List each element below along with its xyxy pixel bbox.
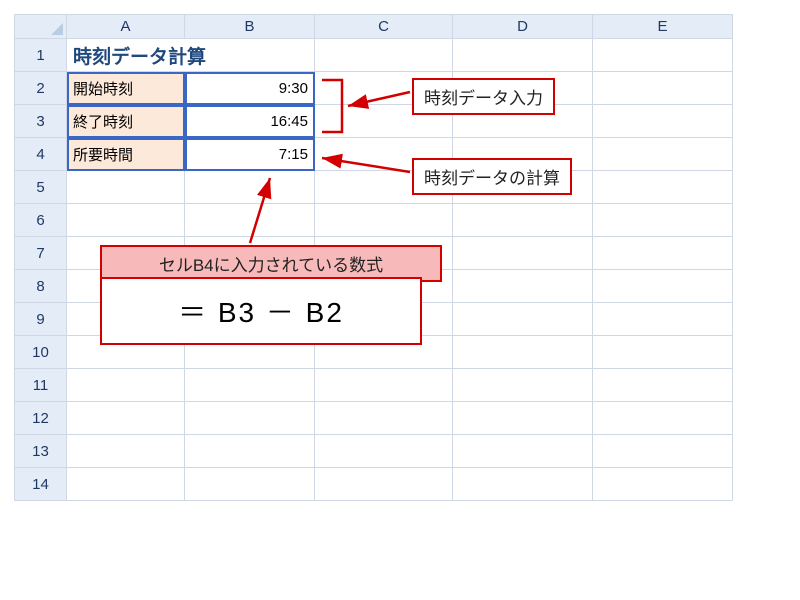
row-header-10[interactable]: 10 xyxy=(15,336,67,369)
col-header-E[interactable]: E xyxy=(593,15,733,39)
row-header-5[interactable]: 5 xyxy=(15,171,67,204)
row-header-8[interactable]: 8 xyxy=(15,270,67,303)
cell-B12[interactable] xyxy=(185,402,315,435)
cell-D7[interactable] xyxy=(453,237,593,270)
cell-E3[interactable] xyxy=(593,105,733,138)
cell-A5[interactable] xyxy=(67,171,185,204)
cell-D10[interactable] xyxy=(453,336,593,369)
row-header-14[interactable]: 14 xyxy=(15,468,67,501)
cell-E10[interactable] xyxy=(593,336,733,369)
cell-E4[interactable] xyxy=(593,138,733,171)
cell-D11[interactable] xyxy=(453,369,593,402)
cell-E11[interactable] xyxy=(593,369,733,402)
cell-B3[interactable]: 16:45 xyxy=(185,105,315,138)
cell-A1[interactable]: 時刻データ計算 xyxy=(67,39,315,72)
cell-E12[interactable] xyxy=(593,402,733,435)
cell-D14[interactable] xyxy=(453,468,593,501)
row-header-9[interactable]: 9 xyxy=(15,303,67,336)
cell-A14[interactable] xyxy=(67,468,185,501)
callout-calc: 時刻データの計算 xyxy=(412,158,572,195)
cell-D9[interactable] xyxy=(453,303,593,336)
col-header-C[interactable]: C xyxy=(315,15,453,39)
cell-A13[interactable] xyxy=(67,435,185,468)
cell-C6[interactable] xyxy=(315,204,453,237)
cell-B14[interactable] xyxy=(185,468,315,501)
cell-E13[interactable] xyxy=(593,435,733,468)
cell-A3[interactable]: 終了時刻 xyxy=(67,105,185,138)
cell-E6[interactable] xyxy=(593,204,733,237)
cell-C11[interactable] xyxy=(315,369,453,402)
cell-E8[interactable] xyxy=(593,270,733,303)
cell-A11[interactable] xyxy=(67,369,185,402)
cell-A12[interactable] xyxy=(67,402,185,435)
cell-A4[interactable]: 所要時間 xyxy=(67,138,185,171)
cell-D13[interactable] xyxy=(453,435,593,468)
cell-B11[interactable] xyxy=(185,369,315,402)
cell-C14[interactable] xyxy=(315,468,453,501)
row-header-12[interactable]: 12 xyxy=(15,402,67,435)
cell-D1[interactable] xyxy=(453,39,593,72)
row-header-3[interactable]: 3 xyxy=(15,105,67,138)
cell-C12[interactable] xyxy=(315,402,453,435)
row-header-13[interactable]: 13 xyxy=(15,435,67,468)
callout-input: 時刻データ入力 xyxy=(412,78,555,115)
cell-B5[interactable] xyxy=(185,171,315,204)
formula-display: ＝ B3 － B2 xyxy=(100,277,422,345)
cell-B2[interactable]: 9:30 xyxy=(185,72,315,105)
cell-A6[interactable] xyxy=(67,204,185,237)
cell-E2[interactable] xyxy=(593,72,733,105)
cell-D8[interactable] xyxy=(453,270,593,303)
select-all-corner[interactable] xyxy=(15,15,67,39)
col-header-B[interactable]: B xyxy=(185,15,315,39)
cell-E1[interactable] xyxy=(593,39,733,72)
row-header-1[interactable]: 1 xyxy=(15,39,67,72)
row-header-2[interactable]: 2 xyxy=(15,72,67,105)
cell-D6[interactable] xyxy=(453,204,593,237)
cell-B6[interactable] xyxy=(185,204,315,237)
cell-B13[interactable] xyxy=(185,435,315,468)
cell-C1[interactable] xyxy=(315,39,453,72)
cell-E9[interactable] xyxy=(593,303,733,336)
cell-E14[interactable] xyxy=(593,468,733,501)
cell-E7[interactable] xyxy=(593,237,733,270)
cell-B4[interactable]: 7:15 xyxy=(185,138,315,171)
cell-C13[interactable] xyxy=(315,435,453,468)
cell-A2[interactable]: 開始時刻 xyxy=(67,72,185,105)
row-header-11[interactable]: 11 xyxy=(15,369,67,402)
cell-D12[interactable] xyxy=(453,402,593,435)
row-header-4[interactable]: 4 xyxy=(15,138,67,171)
col-header-A[interactable]: A xyxy=(67,15,185,39)
cell-E5[interactable] xyxy=(593,171,733,204)
col-header-D[interactable]: D xyxy=(453,15,593,39)
row-header-7[interactable]: 7 xyxy=(15,237,67,270)
row-header-6[interactable]: 6 xyxy=(15,204,67,237)
